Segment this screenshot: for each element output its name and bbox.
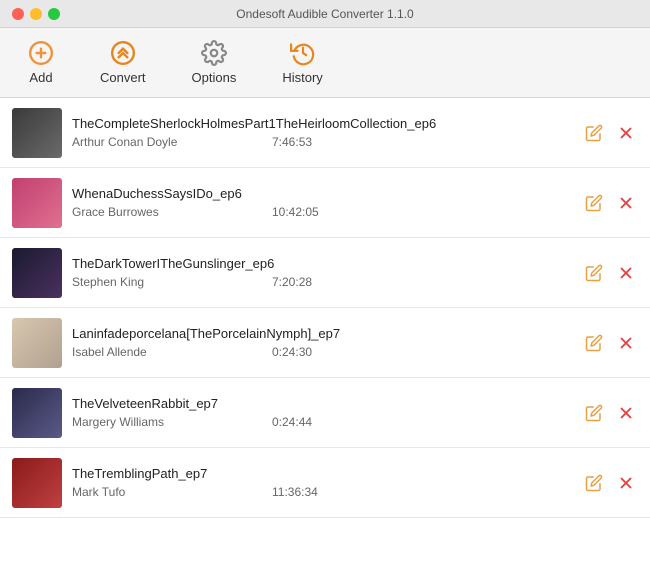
track-author: Margery Williams <box>72 415 212 429</box>
edit-track-button[interactable] <box>582 191 606 215</box>
add-icon <box>28 40 54 66</box>
history-button[interactable]: History <box>274 36 330 89</box>
delete-track-button[interactable] <box>614 401 638 425</box>
title-bar: Ondesoft Audible Converter 1.1.0 <box>0 0 650 28</box>
window-controls <box>12 8 60 20</box>
edit-track-button[interactable] <box>582 401 606 425</box>
track-actions <box>582 261 638 285</box>
track-duration: 0:24:30 <box>272 345 312 359</box>
track-actions <box>582 191 638 215</box>
close-button[interactable] <box>12 8 24 20</box>
delete-icon <box>617 194 635 212</box>
add-button[interactable]: Add <box>20 36 62 89</box>
track-thumbnail <box>12 458 62 508</box>
track-meta: Arthur Conan Doyle 7:46:53 <box>72 135 572 149</box>
track-info: WhenaDuchessSaysIDo_ep6 Grace Burrowes 1… <box>72 186 572 219</box>
track-actions <box>582 121 638 145</box>
track-row: WhenaDuchessSaysIDo_ep6 Grace Burrowes 1… <box>0 168 650 238</box>
minimize-button[interactable] <box>30 8 42 20</box>
delete-track-button[interactable] <box>614 471 638 495</box>
history-icon <box>290 40 316 66</box>
edit-icon <box>585 334 603 352</box>
edit-icon <box>585 194 603 212</box>
track-duration: 10:42:05 <box>272 205 319 219</box>
track-title: TheCompleteSherlockHolmesPart1TheHeirloo… <box>72 116 572 131</box>
edit-track-button[interactable] <box>582 471 606 495</box>
track-title: Laninfadeporcelana[ThePorcelainNymph]_ep… <box>72 326 572 341</box>
track-title: TheTremblingPath_ep7 <box>72 466 572 481</box>
toolbar: Add Convert Options His <box>0 28 650 98</box>
track-row: TheDarkTowerITheGunslinger_ep6 Stephen K… <box>0 238 650 308</box>
track-title: WhenaDuchessSaysIDo_ep6 <box>72 186 572 201</box>
edit-icon <box>585 264 603 282</box>
edit-track-button[interactable] <box>582 331 606 355</box>
track-info: TheVelveteenRabbit_ep7 Margery Williams … <box>72 396 572 429</box>
track-duration: 11:36:34 <box>272 485 318 499</box>
delete-track-button[interactable] <box>614 191 638 215</box>
track-info: TheDarkTowerITheGunslinger_ep6 Stephen K… <box>72 256 572 289</box>
track-thumbnail <box>12 318 62 368</box>
delete-icon <box>617 404 635 422</box>
track-meta: Mark Tufo 11:36:34 <box>72 485 572 499</box>
track-thumbnail <box>12 248 62 298</box>
delete-icon <box>617 334 635 352</box>
options-button[interactable]: Options <box>184 36 245 89</box>
track-info: TheCompleteSherlockHolmesPart1TheHeirloo… <box>72 116 572 149</box>
track-thumbnail <box>12 388 62 438</box>
convert-button[interactable]: Convert <box>92 36 154 89</box>
track-actions <box>582 401 638 425</box>
edit-icon <box>585 124 603 142</box>
track-meta: Margery Williams 0:24:44 <box>72 415 572 429</box>
history-label: History <box>282 70 322 85</box>
window-title: Ondesoft Audible Converter 1.1.0 <box>236 7 413 21</box>
track-thumbnail <box>12 108 62 158</box>
track-author: Grace Burrowes <box>72 205 212 219</box>
track-duration: 0:24:44 <box>272 415 312 429</box>
track-info: TheTremblingPath_ep7 Mark Tufo 11:36:34 <box>72 466 572 499</box>
track-meta: Stephen King 7:20:28 <box>72 275 572 289</box>
edit-track-button[interactable] <box>582 121 606 145</box>
track-duration: 7:46:53 <box>272 135 312 149</box>
track-duration: 7:20:28 <box>272 275 312 289</box>
delete-icon <box>617 124 635 142</box>
edit-icon <box>585 474 603 492</box>
track-title: TheVelveteenRabbit_ep7 <box>72 396 572 411</box>
convert-label: Convert <box>100 70 146 85</box>
maximize-button[interactable] <box>48 8 60 20</box>
convert-icon <box>110 40 136 66</box>
track-actions <box>582 471 638 495</box>
track-list: TheCompleteSherlockHolmesPart1TheHeirloo… <box>0 98 650 579</box>
track-thumbnail <box>12 178 62 228</box>
delete-track-button[interactable] <box>614 121 638 145</box>
add-label: Add <box>29 70 52 85</box>
track-actions <box>582 331 638 355</box>
track-row: TheCompleteSherlockHolmesPart1TheHeirloo… <box>0 98 650 168</box>
delete-track-button[interactable] <box>614 331 638 355</box>
delete-icon <box>617 474 635 492</box>
delete-icon <box>617 264 635 282</box>
edit-track-button[interactable] <box>582 261 606 285</box>
track-row: TheVelveteenRabbit_ep7 Margery Williams … <box>0 378 650 448</box>
track-row: TheTremblingPath_ep7 Mark Tufo 11:36:34 <box>0 448 650 518</box>
track-row: Laninfadeporcelana[ThePorcelainNymph]_ep… <box>0 308 650 378</box>
track-title: TheDarkTowerITheGunslinger_ep6 <box>72 256 572 271</box>
track-author: Stephen King <box>72 275 212 289</box>
track-author: Arthur Conan Doyle <box>72 135 212 149</box>
track-author: Mark Tufo <box>72 485 212 499</box>
delete-track-button[interactable] <box>614 261 638 285</box>
edit-icon <box>585 404 603 422</box>
track-meta: Grace Burrowes 10:42:05 <box>72 205 572 219</box>
track-author: Isabel Allende <box>72 345 212 359</box>
track-info: Laninfadeporcelana[ThePorcelainNymph]_ep… <box>72 326 572 359</box>
options-label: Options <box>192 70 237 85</box>
options-icon <box>201 40 227 66</box>
track-meta: Isabel Allende 0:24:30 <box>72 345 572 359</box>
